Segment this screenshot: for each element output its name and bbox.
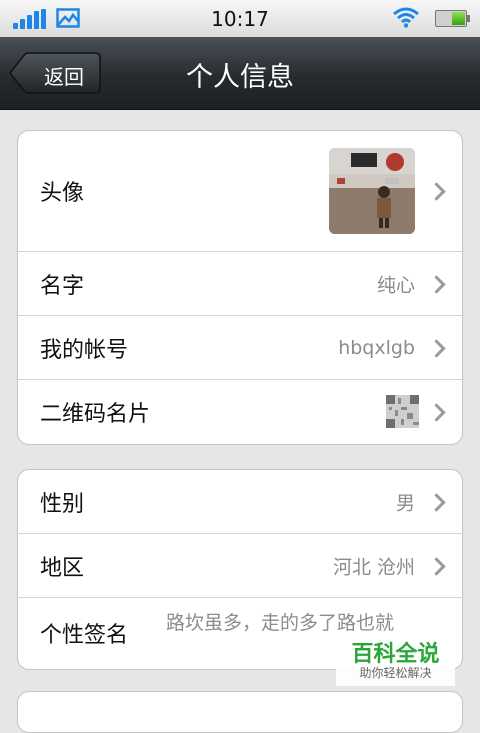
name-value: 纯心	[376, 274, 415, 296]
row-name[interactable]: 名字 纯心	[18, 252, 462, 316]
avatar-label: 头像	[40, 181, 85, 206]
chevron-right-icon	[427, 492, 446, 512]
watermark-subtitle: 助你轻松解决	[359, 666, 432, 680]
next-group	[17, 691, 463, 733]
chevron-right-icon	[427, 556, 446, 576]
region-value: 河北 沧州	[332, 556, 415, 578]
status-bar: 10:17	[0, 0, 480, 38]
qr-code-icon	[386, 394, 419, 428]
signature-label: 个性签名	[40, 623, 129, 648]
row-region[interactable]: 地区 河北 沧州	[18, 534, 462, 598]
gender-value: 男	[395, 492, 415, 514]
avatar	[329, 148, 415, 234]
qrcode-label: 二维码名片	[40, 401, 151, 427]
region-label: 地区	[40, 555, 85, 581]
account-value: hbqxlgb	[338, 336, 415, 359]
gender-label: 性别	[40, 491, 85, 517]
row-gender[interactable]: 性别 男	[18, 470, 462, 534]
chevron-right-icon	[427, 182, 446, 201]
row-avatar[interactable]: 头像	[18, 131, 462, 252]
chevron-right-icon	[427, 338, 446, 358]
page-title: 个人信息	[186, 62, 294, 93]
row-qrcode[interactable]: 二维码名片	[18, 380, 462, 443]
chevron-right-icon	[427, 274, 446, 294]
row-account[interactable]: 我的帐号 hbqxlgb	[18, 316, 462, 380]
profile-group: 头像 名字 纯心 我的帐号 hbqxlgb 二维码名片	[17, 130, 463, 445]
battery-icon	[435, 10, 470, 27]
name-label: 名字	[40, 273, 85, 299]
navigation-bar: 返回 个人信息	[0, 37, 480, 110]
account-label: 我的帐号	[40, 337, 129, 363]
watermark: 百科全说 助你轻松解决	[336, 631, 455, 686]
wifi-icon	[393, 7, 419, 28]
chevron-right-icon	[427, 402, 446, 422]
